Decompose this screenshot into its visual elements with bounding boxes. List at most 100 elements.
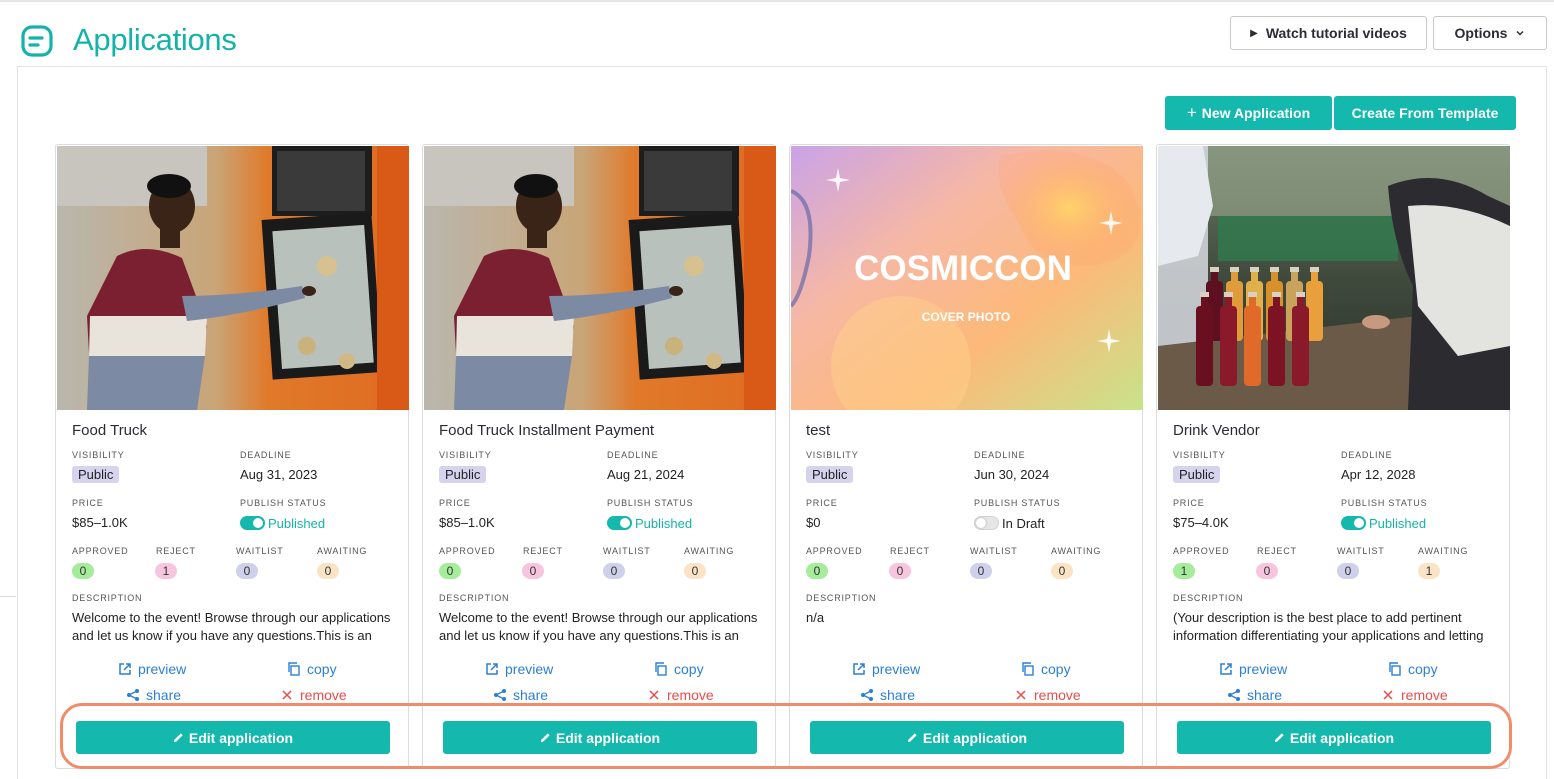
preview-link[interactable]: preview bbox=[118, 661, 186, 677]
description-text: (Your description is the best place to a… bbox=[1173, 610, 1484, 643]
copy-link[interactable]: copy bbox=[1388, 661, 1438, 677]
share-icon bbox=[494, 689, 506, 701]
publish-status-label: PUBLISH STATUS bbox=[1341, 498, 1428, 508]
remove-label: remove bbox=[1401, 687, 1448, 703]
share-link[interactable]: share bbox=[1227, 687, 1282, 703]
edit-application-button[interactable]: Edit application bbox=[76, 721, 390, 754]
share-link[interactable]: share bbox=[126, 687, 181, 703]
visibility-badge: Public bbox=[1173, 466, 1221, 483]
visibility-label: VISIBILITY bbox=[806, 450, 859, 460]
awaiting-label: AWAITING bbox=[1051, 546, 1102, 556]
reject-label: REJECT bbox=[156, 546, 196, 556]
publish-toggle[interactable] bbox=[240, 516, 265, 530]
preview-label: preview bbox=[138, 661, 187, 677]
applications-logo-icon bbox=[21, 25, 53, 57]
publish-status-value: Published bbox=[1369, 516, 1427, 531]
cover-title: COSMICCON bbox=[854, 249, 1072, 288]
publish-status-label: PUBLISH STATUS bbox=[607, 498, 694, 508]
copy-icon bbox=[1389, 662, 1401, 676]
external-link-icon bbox=[119, 663, 131, 675]
publish-status-label: PUBLISH STATUS bbox=[240, 498, 327, 508]
copy-icon bbox=[655, 662, 667, 676]
waitlist-label: WAITLIST bbox=[970, 546, 1018, 556]
card-cover-image bbox=[424, 146, 776, 410]
options-dropdown[interactable]: Options bbox=[1433, 16, 1547, 50]
publish-toggle[interactable] bbox=[607, 516, 632, 530]
preview-link[interactable]: preview bbox=[1219, 661, 1287, 677]
price-value: $85–1.0K bbox=[72, 515, 128, 530]
publish-toggle[interactable] bbox=[1341, 516, 1366, 530]
price-label: PRICE bbox=[806, 498, 838, 508]
copy-label: copy bbox=[1041, 661, 1071, 677]
publish-toggle[interactable] bbox=[974, 516, 999, 530]
deadline-value: Jun 30, 2024 bbox=[974, 467, 1050, 482]
waitlist-label: WAITLIST bbox=[603, 546, 651, 556]
copy-link[interactable]: copy bbox=[654, 661, 704, 677]
deadline-label: DEADLINE bbox=[240, 450, 292, 460]
price-value: $85–1.0K bbox=[439, 515, 495, 530]
pencil-icon bbox=[1274, 733, 1284, 743]
left-divider bbox=[0, 596, 16, 597]
share-link[interactable]: share bbox=[860, 687, 915, 703]
copy-label: copy bbox=[307, 661, 337, 677]
application-card-2: Food Truck Installment Payment VISIBILIT… bbox=[422, 144, 776, 769]
deadline-label: DEADLINE bbox=[974, 450, 1026, 460]
share-link[interactable]: share bbox=[493, 687, 548, 703]
reject-count: 0 bbox=[889, 563, 911, 579]
edit-application-button[interactable]: Edit application bbox=[1177, 721, 1491, 754]
remove-link[interactable]: remove bbox=[1381, 687, 1448, 703]
share-label: share bbox=[146, 687, 182, 703]
play-icon: ▶ bbox=[1250, 27, 1258, 39]
chevron-down-icon bbox=[1516, 30, 1524, 36]
approved-label: APPROVED bbox=[1173, 546, 1230, 556]
publish-status-value: Published bbox=[635, 516, 693, 531]
deadline-label: DEADLINE bbox=[607, 450, 659, 460]
application-card-4: Drink Vendor VISIBILITY Public DEADLINE … bbox=[1156, 144, 1510, 769]
new-application-button[interactable]: + New Application bbox=[1165, 96, 1332, 130]
close-icon bbox=[1016, 690, 1026, 700]
price-label: PRICE bbox=[439, 498, 471, 508]
copy-label: copy bbox=[1408, 661, 1438, 677]
new-application-label: New Application bbox=[1201, 105, 1311, 121]
external-link-icon bbox=[1220, 663, 1232, 675]
publish-status-value: In Draft bbox=[1002, 516, 1045, 531]
waitlist-count: 0 bbox=[970, 563, 992, 579]
remove-link[interactable]: remove bbox=[280, 687, 347, 703]
page-title: Applications bbox=[73, 22, 237, 57]
card-cover-image bbox=[57, 146, 409, 410]
copy-icon bbox=[288, 662, 300, 676]
remove-link[interactable]: remove bbox=[647, 687, 714, 703]
visibility-label: VISIBILITY bbox=[1173, 450, 1226, 460]
remove-link[interactable]: remove bbox=[1014, 687, 1081, 703]
description-text: n/a bbox=[806, 610, 825, 625]
preview-link[interactable]: preview bbox=[485, 661, 553, 677]
approved-label: APPROVED bbox=[806, 546, 863, 556]
pencil-icon bbox=[173, 733, 183, 743]
price-value: $0 bbox=[806, 515, 821, 530]
card-cover-image bbox=[1158, 146, 1510, 410]
copy-link[interactable]: copy bbox=[287, 661, 337, 677]
page-header: Applications ▶ Watch tutorial videos Opt… bbox=[0, 0, 1554, 66]
publish-status-value: Published bbox=[268, 516, 326, 531]
close-icon bbox=[282, 690, 292, 700]
approved-count: 1 bbox=[1173, 563, 1195, 579]
close-icon bbox=[1383, 690, 1393, 700]
edit-application-button[interactable]: Edit application bbox=[443, 721, 757, 754]
awaiting-count: 0 bbox=[1051, 563, 1073, 579]
copy-icon bbox=[1022, 662, 1034, 676]
edit-application-button[interactable]: Edit application bbox=[810, 721, 1124, 754]
preview-label: preview bbox=[872, 661, 921, 677]
create-from-template-button[interactable]: Create From Template bbox=[1334, 96, 1516, 130]
awaiting-count: 1 bbox=[1418, 563, 1440, 579]
card-cover-image: COSMICCON COVER PHOTO bbox=[791, 146, 1143, 410]
card-title: Drink Vendor bbox=[1173, 422, 1260, 439]
reject-count: 0 bbox=[522, 563, 544, 579]
external-link-icon bbox=[853, 663, 865, 675]
deadline-value: Aug 31, 2023 bbox=[240, 467, 318, 482]
reject-count: 0 bbox=[1256, 563, 1278, 579]
copy-link[interactable]: copy bbox=[1021, 661, 1071, 677]
share-label: share bbox=[880, 687, 916, 703]
description-label: DESCRIPTION bbox=[439, 593, 510, 603]
watch-tutorial-button[interactable]: ▶ Watch tutorial videos bbox=[1230, 16, 1427, 50]
preview-link[interactable]: preview bbox=[852, 661, 920, 677]
